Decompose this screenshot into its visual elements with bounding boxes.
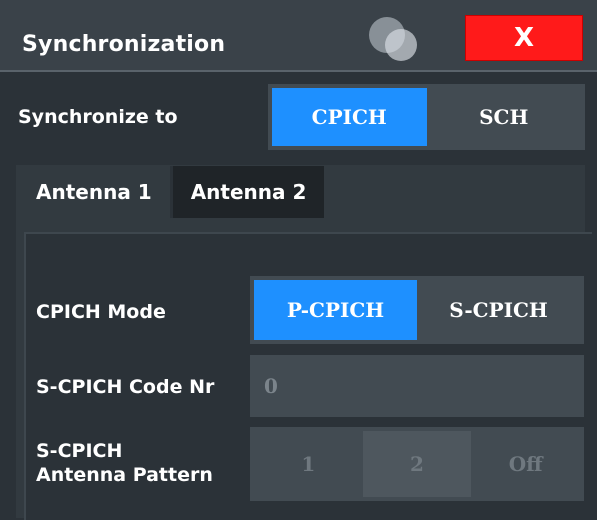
sync-segmented-control: CPICH SCH (268, 84, 585, 150)
tab-antenna-2[interactable]: Antenna 2 (169, 166, 325, 218)
close-button[interactable]: X (465, 15, 583, 61)
cpich-mode-label: CPICH Mode (36, 301, 166, 323)
dialog-title: Synchronization (22, 32, 226, 57)
tab-antenna-1[interactable]: Antenna 1 (18, 166, 170, 218)
antenna-pattern-segmented-control: 1 2 Off (250, 427, 584, 501)
antenna-pattern-label-line2: Antenna Pattern (36, 464, 213, 486)
antenna-pattern-option-1: 1 (301, 452, 316, 476)
antenna-tabs: Antenna 1 Antenna 2 (18, 166, 325, 218)
dialog-titlebar: Synchronization X (0, 0, 597, 72)
code-nr-label: S-CPICH Code Nr (36, 376, 215, 398)
overlap-circles-icon (365, 15, 435, 65)
antenna-pattern-label-line1: S-CPICH (36, 440, 123, 462)
code-nr-input[interactable]: 0 (250, 355, 584, 417)
antenna-pattern-option-2: 2 (362, 431, 472, 497)
sync-option-cpich[interactable]: CPICH (272, 88, 427, 146)
cpich-mode-segmented-control: P-CPICH S-CPICH (250, 276, 584, 344)
cpich-mode-option-p-cpich[interactable]: P-CPICH (254, 280, 417, 340)
antenna-pattern-option-off: Off (508, 452, 543, 476)
antenna-pattern-label: S-CPICH Antenna Pattern (36, 439, 213, 487)
sync-label: Synchronize to (18, 106, 178, 128)
sync-option-sch[interactable]: SCH (427, 88, 582, 146)
cpich-mode-option-s-cpich[interactable]: S-CPICH (417, 280, 580, 340)
